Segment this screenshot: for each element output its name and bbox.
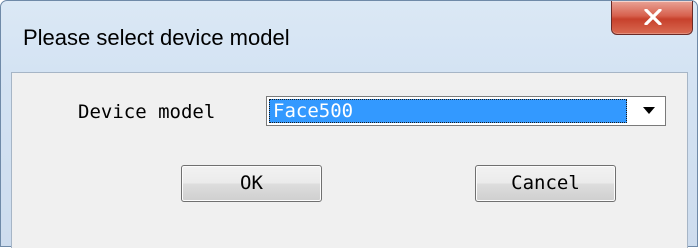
dropdown-arrow-button[interactable] bbox=[634, 98, 664, 124]
cancel-button[interactable]: Cancel bbox=[475, 165, 616, 202]
close-button[interactable] bbox=[611, 1, 693, 35]
device-model-select[interactable]: Face500 bbox=[266, 96, 666, 126]
device-model-value: Face500 bbox=[273, 100, 354, 122]
dialog-window: Please select device model Device model … bbox=[0, 0, 698, 248]
chevron-down-icon bbox=[643, 107, 655, 114]
close-icon bbox=[644, 9, 662, 25]
dialog-body: Device model Face500 OK Cancel bbox=[11, 72, 688, 248]
ok-button[interactable]: OK bbox=[181, 165, 322, 202]
device-model-selected-item: Face500 bbox=[269, 99, 627, 123]
window-title: Please select device model bbox=[23, 25, 290, 50]
title-bar[interactable]: Please select device model bbox=[1, 1, 697, 73]
device-model-label: Device model bbox=[78, 101, 216, 123]
